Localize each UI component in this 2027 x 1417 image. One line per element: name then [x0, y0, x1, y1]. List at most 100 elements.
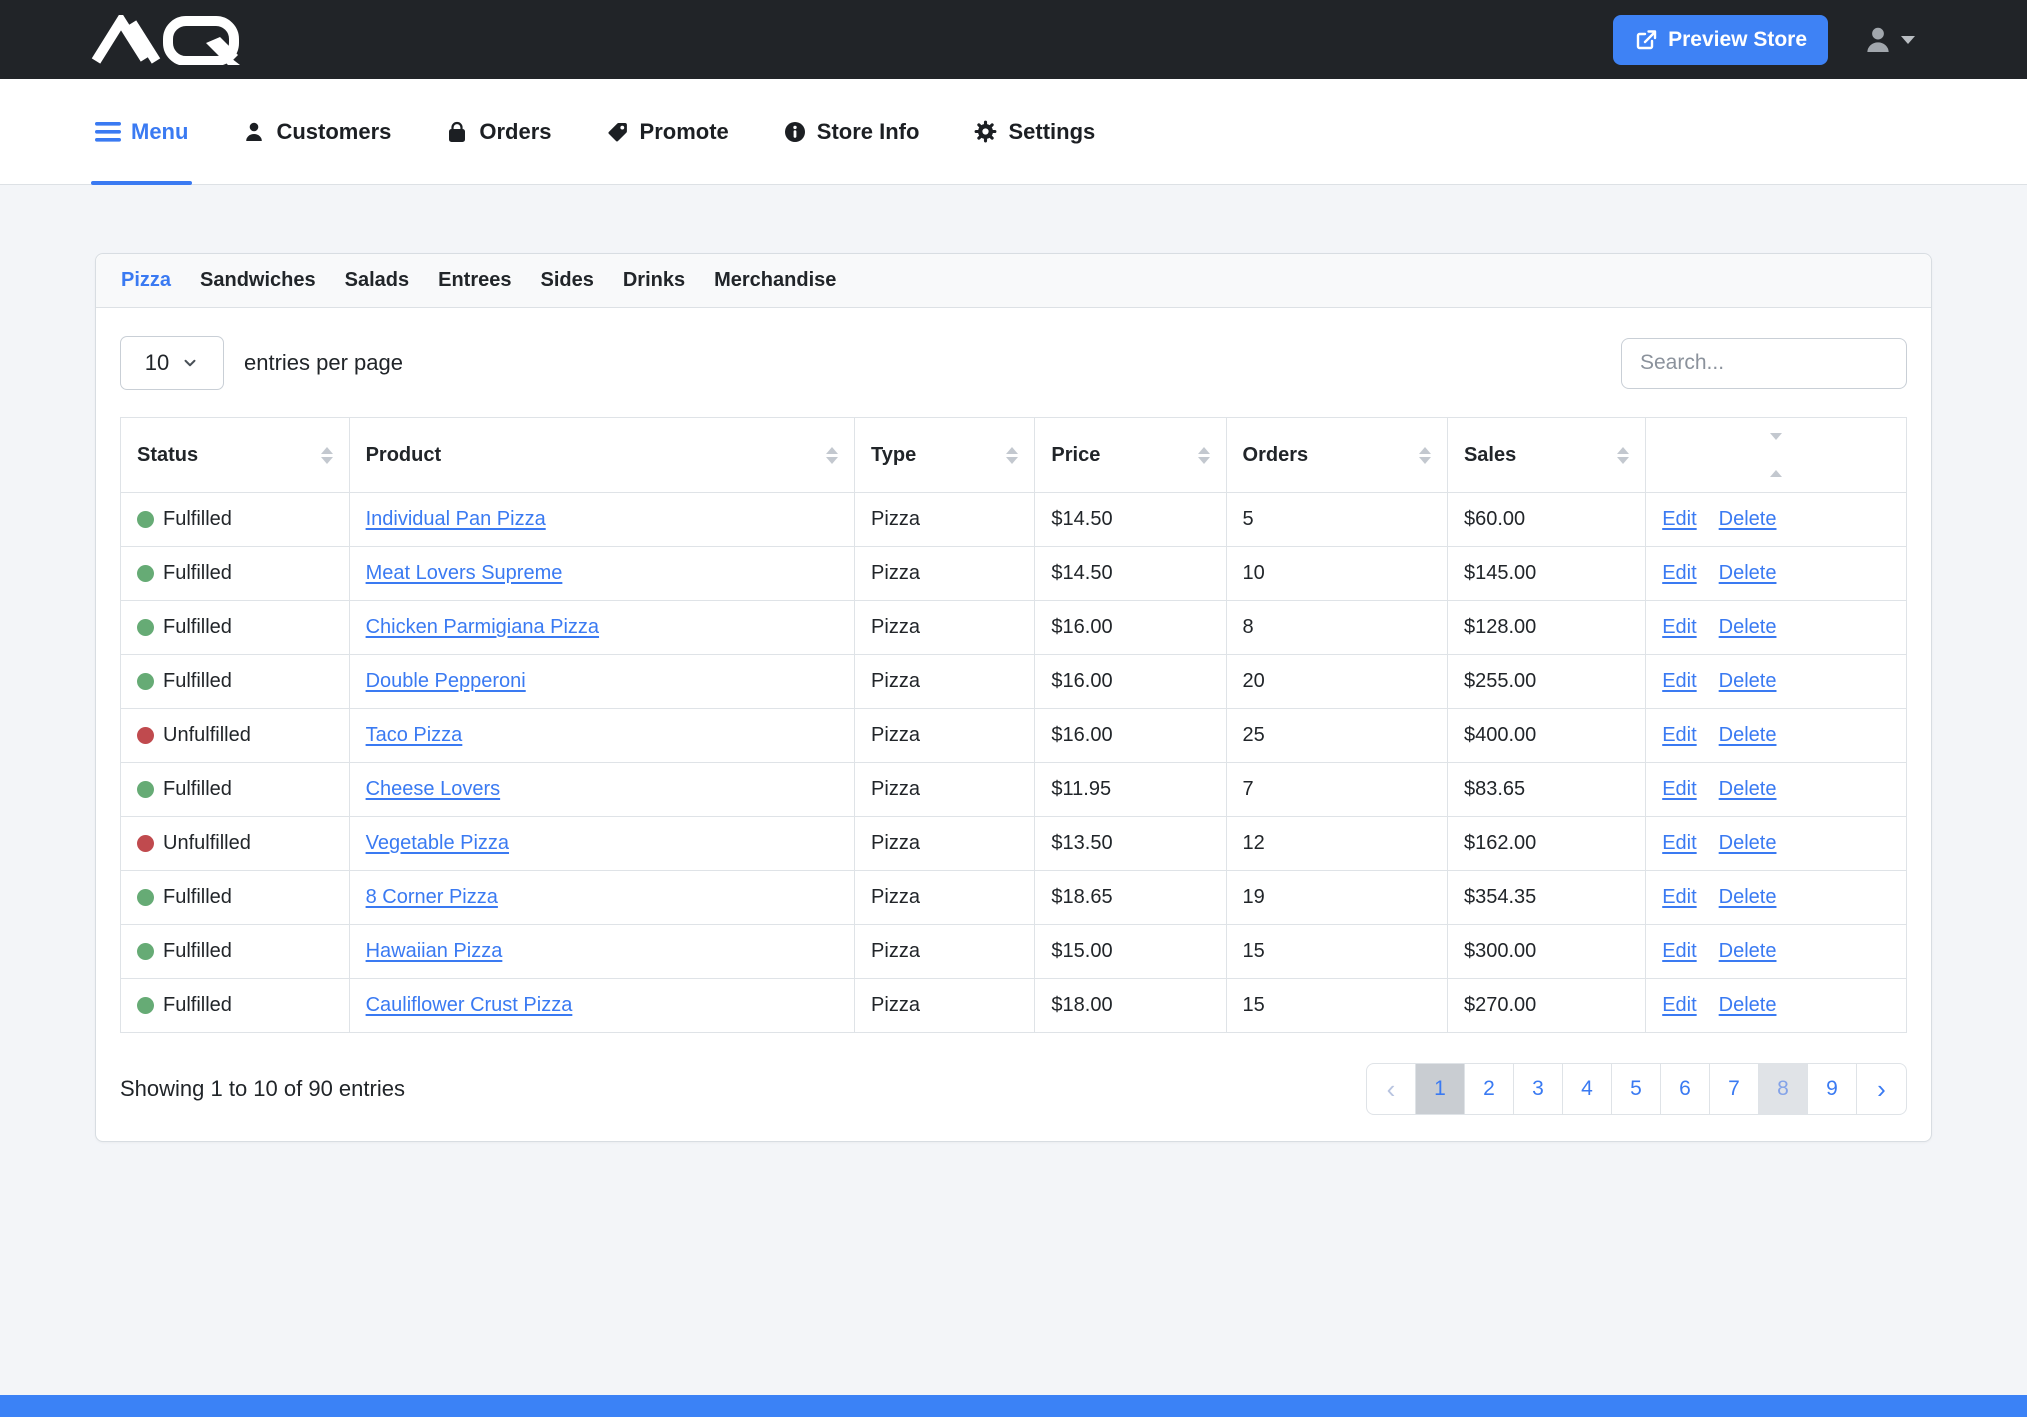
pagination-page-1[interactable]: 1: [1416, 1064, 1465, 1114]
price-cell: $15.00: [1035, 925, 1226, 979]
pagination: ‹123456789›: [1366, 1063, 1907, 1115]
pagination-prev-button[interactable]: ‹: [1367, 1064, 1416, 1114]
nav-label: Customers: [276, 119, 391, 145]
orders-cell: 8: [1226, 601, 1447, 655]
column-header-status[interactable]: Status: [121, 418, 350, 493]
fulfilled-dot-icon: [137, 565, 154, 582]
edit-link[interactable]: Edit: [1662, 562, 1696, 584]
tab-pizza[interactable]: Pizza: [121, 269, 171, 292]
pagination-page-7[interactable]: 7: [1710, 1064, 1759, 1114]
price-cell: $16.00: [1035, 655, 1226, 709]
delete-link[interactable]: Delete: [1719, 508, 1777, 530]
column-header-sales[interactable]: Sales: [1447, 418, 1645, 493]
price-cell: $18.65: [1035, 871, 1226, 925]
product-link[interactable]: Vegetable Pizza: [366, 832, 509, 854]
type-cell: Pizza: [855, 547, 1035, 601]
tag-icon: [606, 120, 630, 144]
account-caret-icon: [1901, 36, 1915, 44]
sales-cell: $270.00: [1447, 979, 1645, 1033]
sort-icon: [1006, 447, 1018, 464]
price-cell: $14.50: [1035, 493, 1226, 547]
account-person-icon: [1862, 24, 1894, 56]
table-row: FulfilledHawaiian PizzaPizza$15.0015$300…: [121, 925, 1907, 979]
status-label: Fulfilled: [163, 508, 232, 531]
tab-entrees[interactable]: Entrees: [438, 269, 511, 292]
table-row: UnfulfilledVegetable PizzaPizza$13.5012$…: [121, 817, 1907, 871]
product-link[interactable]: Cheese Lovers: [366, 778, 501, 800]
delete-link[interactable]: Delete: [1719, 616, 1777, 638]
delete-link[interactable]: Delete: [1719, 994, 1777, 1016]
product-link[interactable]: Chicken Parmigiana Pizza: [366, 616, 599, 638]
delete-link[interactable]: Delete: [1719, 886, 1777, 908]
entries-per-page-label: entries per page: [244, 350, 403, 376]
tab-sandwiches[interactable]: Sandwiches: [200, 269, 316, 292]
product-link[interactable]: Cauliflower Crust Pizza: [366, 994, 573, 1016]
orders-cell: 20: [1226, 655, 1447, 709]
entries-per-page-select[interactable]: 10: [120, 336, 224, 390]
column-header-actions[interactable]: [1646, 418, 1907, 493]
pagination-next-button[interactable]: ›: [1857, 1064, 1906, 1114]
delete-link[interactable]: Delete: [1719, 832, 1777, 854]
nav-item-settings[interactable]: Settings: [973, 79, 1095, 184]
delete-link[interactable]: Delete: [1719, 724, 1777, 746]
pagination-page-8[interactable]: 8: [1759, 1064, 1808, 1114]
sort-icon: [321, 447, 333, 464]
pagination-page-9[interactable]: 9: [1808, 1064, 1857, 1114]
edit-link[interactable]: Edit: [1662, 994, 1696, 1016]
pagination-page-2[interactable]: 2: [1465, 1064, 1514, 1114]
column-header-type[interactable]: Type: [855, 418, 1035, 493]
table-row: FulfilledChicken Parmigiana PizzaPizza$1…: [121, 601, 1907, 655]
nav-item-store-info[interactable]: Store Info: [783, 79, 920, 184]
sales-cell: $300.00: [1447, 925, 1645, 979]
nav-item-orders[interactable]: Orders: [445, 79, 551, 184]
type-cell: Pizza: [855, 601, 1035, 655]
orders-cell: 7: [1226, 763, 1447, 817]
column-header-price[interactable]: Price: [1035, 418, 1226, 493]
search-input[interactable]: [1621, 338, 1907, 389]
preview-store-button[interactable]: Preview Store: [1613, 15, 1828, 65]
tab-sides[interactable]: Sides: [541, 269, 594, 292]
sort-icon: [1198, 447, 1210, 464]
nav-item-menu[interactable]: Menu: [95, 79, 188, 184]
tab-salads[interactable]: Salads: [345, 269, 409, 292]
tab-merchandise[interactable]: Merchandise: [714, 269, 836, 292]
edit-link[interactable]: Edit: [1662, 508, 1696, 530]
product-link[interactable]: Taco Pizza: [366, 724, 463, 746]
nav-item-customers[interactable]: Customers: [242, 79, 391, 184]
delete-link[interactable]: Delete: [1719, 562, 1777, 584]
nav-item-promote[interactable]: Promote: [606, 79, 729, 184]
person-icon: [242, 120, 266, 144]
price-cell: $18.00: [1035, 979, 1226, 1033]
delete-link[interactable]: Delete: [1719, 670, 1777, 692]
nav-label: Orders: [479, 119, 551, 145]
edit-link[interactable]: Edit: [1662, 832, 1696, 854]
top-bar: Preview Store: [0, 0, 2027, 79]
pagination-page-4[interactable]: 4: [1563, 1064, 1612, 1114]
edit-link[interactable]: Edit: [1662, 886, 1696, 908]
edit-link[interactable]: Edit: [1662, 724, 1696, 746]
account-menu[interactable]: [1862, 24, 1915, 56]
edit-link[interactable]: Edit: [1662, 670, 1696, 692]
table-controls: 10 entries per page: [120, 336, 1907, 390]
fulfilled-dot-icon: [137, 673, 154, 690]
price-cell: $16.00: [1035, 601, 1226, 655]
pagination-page-3[interactable]: 3: [1514, 1064, 1563, 1114]
product-link[interactable]: Meat Lovers Supreme: [366, 562, 563, 584]
product-link[interactable]: Hawaiian Pizza: [366, 940, 503, 962]
column-header-orders[interactable]: Orders: [1226, 418, 1447, 493]
delete-link[interactable]: Delete: [1719, 778, 1777, 800]
edit-link[interactable]: Edit: [1662, 940, 1696, 962]
pagination-page-6[interactable]: 6: [1661, 1064, 1710, 1114]
pagination-page-5[interactable]: 5: [1612, 1064, 1661, 1114]
product-link[interactable]: 8 Corner Pizza: [366, 886, 498, 908]
tab-drinks[interactable]: Drinks: [623, 269, 685, 292]
product-link[interactable]: Double Pepperoni: [366, 670, 526, 692]
column-header-product[interactable]: Product: [349, 418, 854, 493]
product-link[interactable]: Individual Pan Pizza: [366, 508, 546, 530]
products-table: Status Product Type Price: [120, 417, 1907, 1033]
delete-link[interactable]: Delete: [1719, 940, 1777, 962]
price-cell: $13.50: [1035, 817, 1226, 871]
table-header-row: Status Product Type Price: [121, 418, 1907, 493]
edit-link[interactable]: Edit: [1662, 616, 1696, 638]
edit-link[interactable]: Edit: [1662, 778, 1696, 800]
